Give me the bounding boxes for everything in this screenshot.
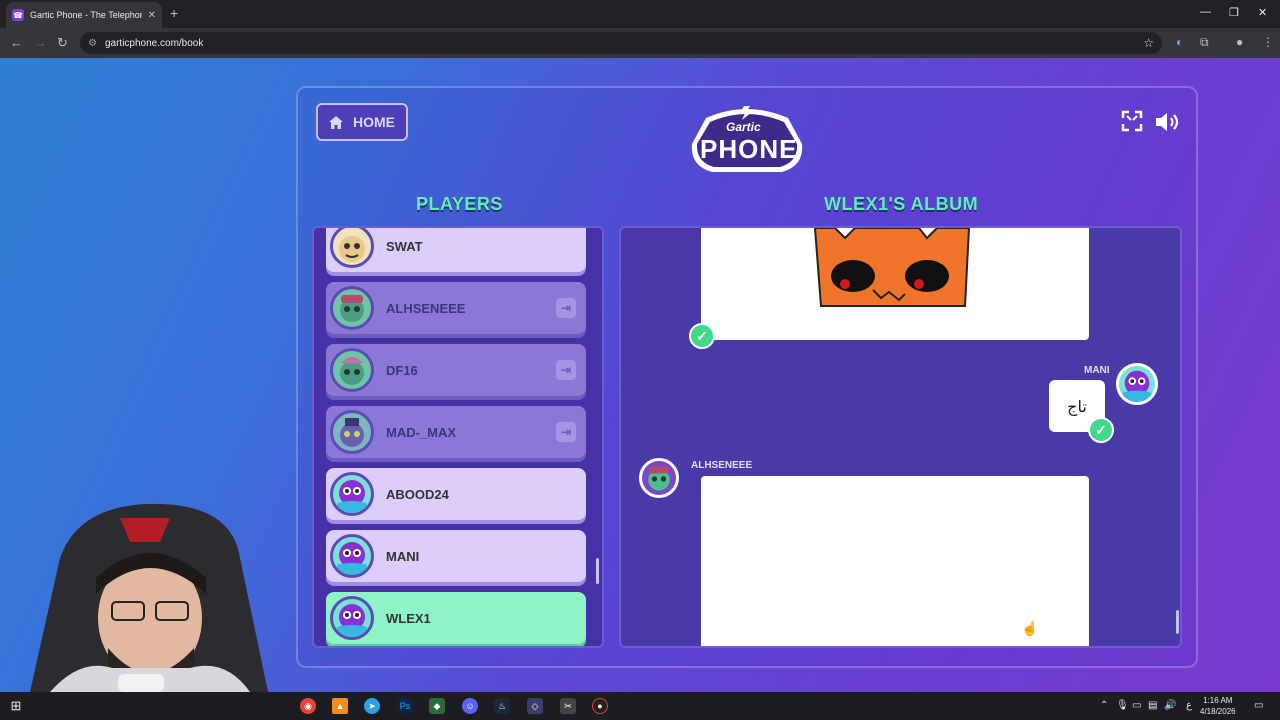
avatar <box>330 286 374 330</box>
webcam-overlay <box>0 498 292 692</box>
chrome-icon[interactable]: ◉ <box>300 698 316 714</box>
logo-text-top: Gartic <box>726 120 761 134</box>
url-text: garticphone.com/book <box>104 37 204 49</box>
drawing-author-avatar <box>639 458 679 498</box>
reload-icon[interactable]: ↻ <box>57 35 68 51</box>
player-name: WLEX1 <box>386 610 431 626</box>
system-clock[interactable]: 1:16 AM 4/18/2026 <box>1200 695 1236 717</box>
shield-app-icon[interactable]: ◆ <box>429 698 445 714</box>
album-scrollbar[interactable] <box>1176 610 1179 634</box>
menu-dots-icon[interactable]: ⋮ <box>1262 35 1274 49</box>
clock-time: 1:16 AM <box>1203 696 1233 705</box>
close-tab-icon[interactable]: ✕ <box>148 10 156 21</box>
game-page: HOME Gartic PHONE PLAYERS WLEX1'S ALBUM … <box>0 58 1280 692</box>
profile-icon[interactable]: ● <box>1236 35 1243 49</box>
players-list[interactable]: SWAT ALHSENEEE ⇥ DF16 ⇥ MAD-_MAX ⇥ ABOOD… <box>312 226 604 648</box>
address-bar[interactable]: ⚙ garticphone.com/book ☆ <box>80 32 1162 54</box>
windows-start-icon[interactable]: ⊞ <box>8 698 24 714</box>
players-heading: PLAYERS <box>416 194 503 214</box>
close-window-icon[interactable]: ✕ <box>1258 6 1267 19</box>
capcut-icon[interactable]: ✂ <box>560 698 576 714</box>
restore-icon[interactable]: ❐ <box>1229 6 1239 19</box>
notification-icon[interactable]: ▭ <box>1254 700 1263 711</box>
clock-date: 4/18/2026 <box>1200 707 1236 716</box>
bookmark-star-icon[interactable]: ☆ <box>1143 36 1154 50</box>
microphone-icon[interactable]: 🎙 <box>1116 700 1129 711</box>
browser-tabbar: ☎ Gartic Phone - The Telephone Game ✕ + … <box>0 0 1280 28</box>
player-name: DF16 <box>386 362 418 378</box>
language-indicator[interactable]: ع <box>1186 700 1192 711</box>
player-name: MAD-_MAX <box>386 424 457 440</box>
avatar <box>330 228 374 268</box>
disconnected-icon: ⇥ <box>556 360 576 380</box>
player-item-mad-max[interactable]: MAD-_MAX ⇥ <box>326 406 586 458</box>
avatar <box>330 410 374 454</box>
display-icon[interactable]: ▭ <box>1132 700 1141 711</box>
player-name: MANI <box>386 548 420 564</box>
network-icon[interactable]: ▤ <box>1148 700 1157 711</box>
guess-author: MANI <box>1084 365 1110 376</box>
avatar <box>330 472 374 516</box>
drawing-card <box>701 228 1089 340</box>
players-scrollbar[interactable] <box>596 558 599 584</box>
extension-icon[interactable]: ◐ <box>1176 35 1183 49</box>
player-name: ABOOD24 <box>386 486 449 502</box>
gartic-phone-logo: Gartic PHONE <box>686 104 808 176</box>
player-item-mani[interactable]: MANI <box>326 530 586 582</box>
volume-icon[interactable] <box>1154 110 1182 140</box>
avatar <box>330 596 374 640</box>
browser-tab[interactable]: ☎ Gartic Phone - The Telephone Game ✕ <box>6 2 162 28</box>
crown-drawing <box>813 228 971 307</box>
album-heading: WLEX1'S ALBUM <box>824 194 979 214</box>
vlc-icon[interactable]: ▲ <box>332 698 348 714</box>
telegram-icon[interactable]: ➤ <box>364 698 380 714</box>
player-name: SWAT <box>386 238 423 254</box>
home-button[interactable]: HOME <box>316 103 408 141</box>
avatar <box>330 534 374 578</box>
photoshop-icon[interactable]: Ps <box>397 698 413 714</box>
gartic-favicon-icon: ☎ <box>12 9 24 21</box>
guess-author-avatar <box>1116 363 1158 405</box>
windows-taskbar: ⊞ ◉ ▲ ➤ Ps ◆ ☺ ♨ ◇ ✂ ● ⌃ 🎙 ▭ ▤ 🔊 ع 1:16 … <box>0 692 1280 720</box>
new-tab-icon[interactable]: + <box>170 5 178 21</box>
player-item-df16[interactable]: DF16 ⇥ <box>326 344 586 396</box>
avatar <box>330 348 374 392</box>
player-item-alhseneee[interactable]: ALHSENEEE ⇥ <box>326 282 586 334</box>
app-diamond-icon[interactable]: ◇ <box>527 698 543 714</box>
steam-icon[interactable]: ♨ <box>494 698 510 714</box>
extensions-puzzle-icon[interactable]: ⧉ <box>1200 35 1209 50</box>
discord-icon[interactable]: ☺ <box>462 698 478 714</box>
logo-text-bottom: PHONE <box>700 134 798 164</box>
guess-text: تاج <box>1067 396 1087 416</box>
check-icon: ✓ <box>1088 417 1114 443</box>
disconnected-icon: ⇥ <box>556 422 576 442</box>
player-item-abood24[interactable]: ABOOD24 <box>326 468 586 520</box>
player-item-wlex1[interactable]: WLEX1 <box>326 592 586 644</box>
home-icon <box>329 115 343 129</box>
player-item-swat[interactable]: SWAT <box>326 228 586 272</box>
album-view[interactable]: ✓ MANI تاج ✓ ALHSENEEE <box>619 226 1182 648</box>
disconnected-icon: ⇥ <box>556 298 576 318</box>
drawing-author: ALHSENEEE <box>691 460 753 471</box>
site-info-icon[interactable]: ⚙ <box>88 38 97 49</box>
tab-title: Gartic Phone - The Telephone Game <box>30 10 142 20</box>
player-name: ALHSENEEE <box>386 300 466 316</box>
minimize-icon[interactable]: — <box>1200 6 1211 18</box>
home-label: HOME <box>353 114 395 130</box>
forward-icon[interactable]: → <box>34 35 47 50</box>
back-icon[interactable]: ← <box>10 35 23 50</box>
check-icon: ✓ <box>689 323 715 349</box>
fullscreen-icon[interactable] <box>1121 110 1143 138</box>
speaker-icon[interactable]: 🔊 <box>1164 700 1176 711</box>
obs-icon[interactable]: ● <box>592 698 608 714</box>
browser-toolbar: ← → ↻ ⚙ garticphone.com/book ☆ ◐ ⧉ ● ⋮ <box>0 28 1280 58</box>
tray-chevron-icon[interactable]: ⌃ <box>1100 700 1108 711</box>
hand-cursor-icon: ☝ <box>1021 620 1039 636</box>
